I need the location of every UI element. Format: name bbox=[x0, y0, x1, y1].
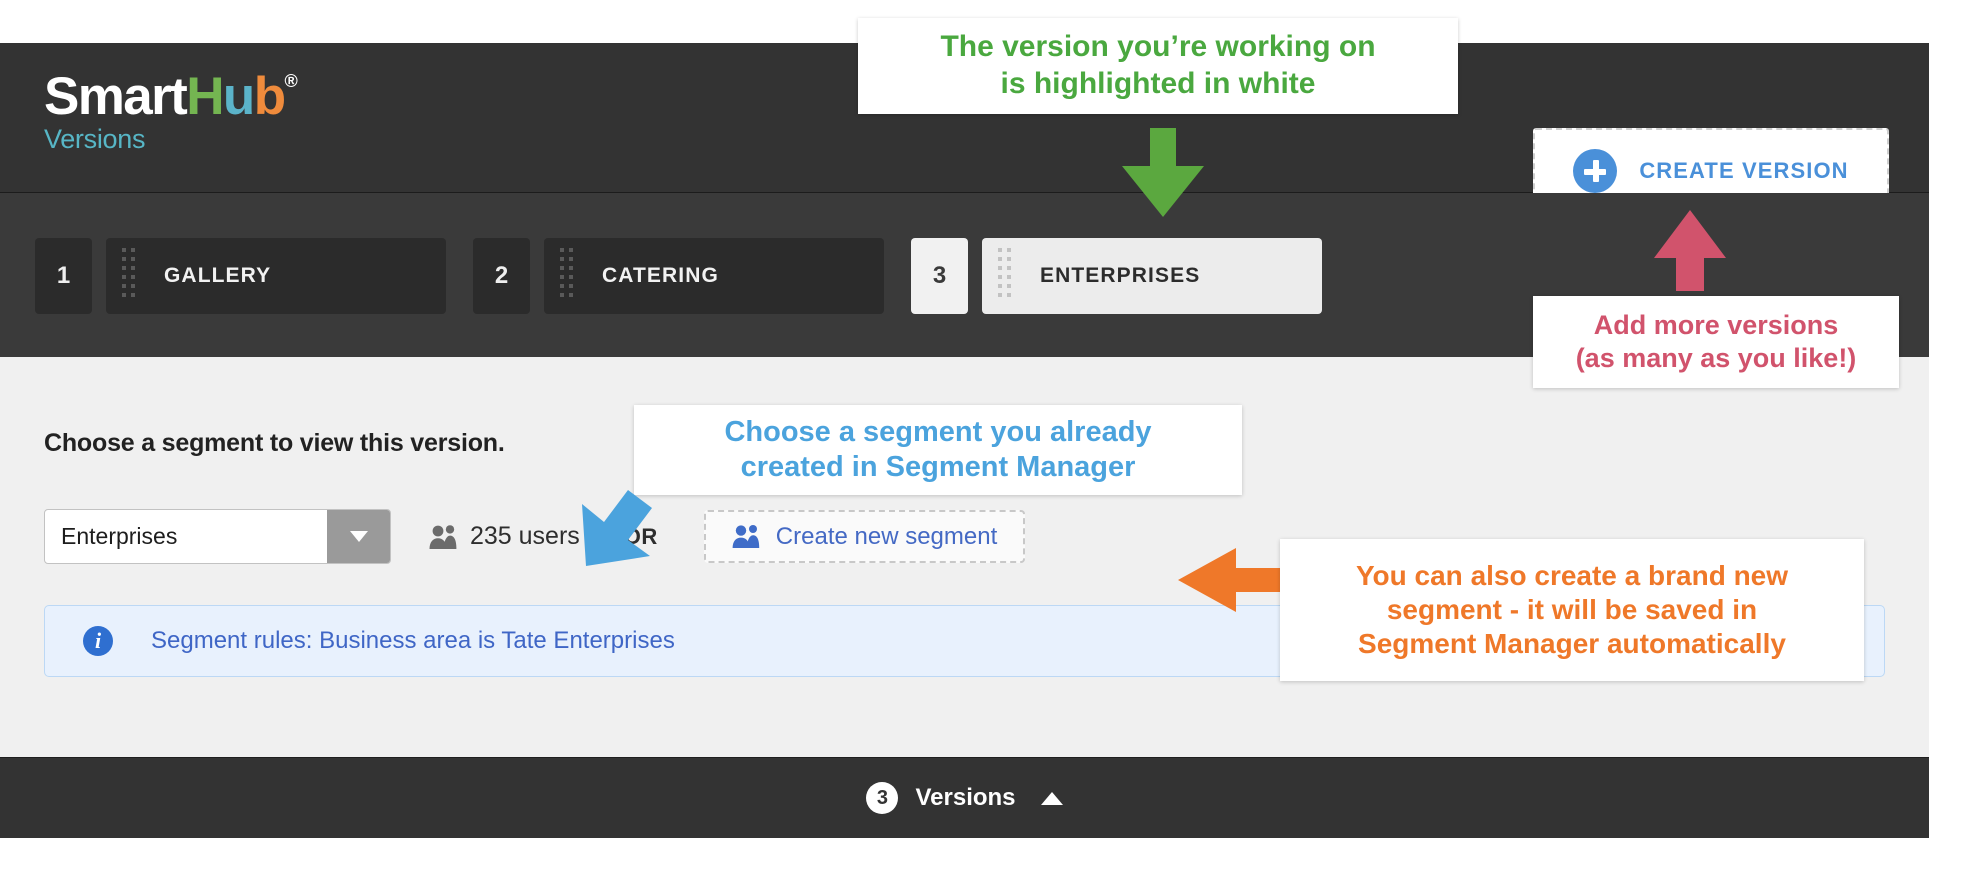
page-title: Choose a segment to view this version. bbox=[44, 429, 505, 457]
version-tab[interactable]: CATERING bbox=[544, 238, 884, 314]
versions-footer-bar[interactable]: 3 Versions bbox=[0, 757, 1929, 838]
annotation-arrow-diagonal-blue bbox=[556, 478, 666, 578]
annotation-green-line2: is highlighted in white bbox=[1000, 67, 1316, 100]
create-version-label: CREATE VERSION bbox=[1639, 158, 1849, 183]
version-number-badge: 1 bbox=[35, 238, 92, 314]
version-tab-label: ENTERPRISES bbox=[1040, 264, 1201, 287]
plus-circle-icon bbox=[1573, 149, 1618, 193]
version-tab-label: CATERING bbox=[602, 264, 719, 287]
logo-u: u bbox=[222, 67, 255, 126]
annotation-orange-line2: segment - it will be saved in bbox=[1386, 593, 1758, 625]
registered-trademark-icon: ® bbox=[284, 71, 297, 91]
annotation-pink-line1: Add more versions bbox=[1593, 310, 1839, 341]
version-item-catering[interactable]: 2 CATERING bbox=[473, 238, 884, 314]
logo-text: SmartHub® bbox=[44, 67, 298, 126]
annotation-callout-orange: You can also create a brand new segment … bbox=[1280, 539, 1864, 681]
annotation-arrow-left-orange bbox=[1178, 546, 1282, 614]
drag-handle-icon[interactable] bbox=[560, 248, 574, 304]
annotation-callout-pink: Add more versions (as many as you like!) bbox=[1533, 296, 1899, 388]
screenshot-stage: SmartHub® Versions CREATE VERSION 1 GALL… bbox=[0, 0, 1968, 872]
version-tab-label: GALLERY bbox=[164, 264, 272, 287]
annotation-callout-blue: Choose a segment you already created in … bbox=[634, 405, 1242, 495]
version-number-badge: 3 bbox=[911, 238, 968, 314]
chevron-down-icon bbox=[349, 531, 368, 542]
version-item-enterprises[interactable]: 3 ENTERPRISES bbox=[911, 238, 1322, 314]
annotation-arrow-down-green bbox=[1108, 128, 1218, 218]
version-item-gallery[interactable]: 1 GALLERY bbox=[35, 238, 446, 314]
create-new-segment-button[interactable]: Create new segment bbox=[703, 510, 1026, 563]
annotation-pink-line2: (as many as you like!) bbox=[1575, 343, 1857, 373]
version-tab[interactable]: ENTERPRISES bbox=[982, 238, 1322, 314]
segment-controls-row: Enterprises 235 users OR Create new segm… bbox=[44, 509, 1026, 564]
chevron-up-icon[interactable] bbox=[1040, 791, 1063, 805]
annotation-blue-line2: created in Segment Manager bbox=[740, 451, 1136, 483]
annotation-orange-line1: You can also create a brand new bbox=[1355, 559, 1789, 591]
users-icon bbox=[429, 524, 457, 549]
drag-handle-icon[interactable] bbox=[998, 248, 1012, 304]
segment-select-toggle[interactable] bbox=[327, 510, 390, 563]
segment-rules-text: Segment rules: Business area is Tate Ent… bbox=[151, 627, 675, 654]
annotation-blue-line1: Choose a segment you already bbox=[724, 415, 1152, 448]
versions-count-badge: 3 bbox=[866, 782, 899, 814]
version-tab[interactable]: GALLERY bbox=[106, 238, 446, 314]
brand-logo: SmartHub® Versions bbox=[44, 67, 298, 154]
segment-select-value: Enterprises bbox=[61, 523, 178, 549]
segment-select[interactable]: Enterprises bbox=[44, 509, 391, 564]
logo-smart: Smart bbox=[44, 67, 188, 126]
info-circle-icon: i bbox=[83, 626, 113, 656]
annotation-orange-line3: Segment Manager automatically bbox=[1358, 628, 1786, 660]
versions-footer-label: Versions bbox=[915, 784, 1016, 811]
add-users-icon bbox=[732, 525, 759, 548]
create-new-segment-label: Create new segment bbox=[775, 522, 998, 550]
logo-b: b bbox=[253, 67, 286, 126]
annotation-callout-green: The version you’re working on is highlig… bbox=[858, 18, 1458, 114]
logo-subtitle: Versions bbox=[44, 124, 146, 154]
version-number-badge: 2 bbox=[473, 238, 530, 314]
annotation-arrow-up-pink bbox=[1652, 210, 1728, 292]
annotation-green-line1: The version you’re working on bbox=[940, 30, 1376, 64]
logo-h: H bbox=[186, 67, 224, 126]
drag-handle-icon[interactable] bbox=[122, 248, 136, 304]
